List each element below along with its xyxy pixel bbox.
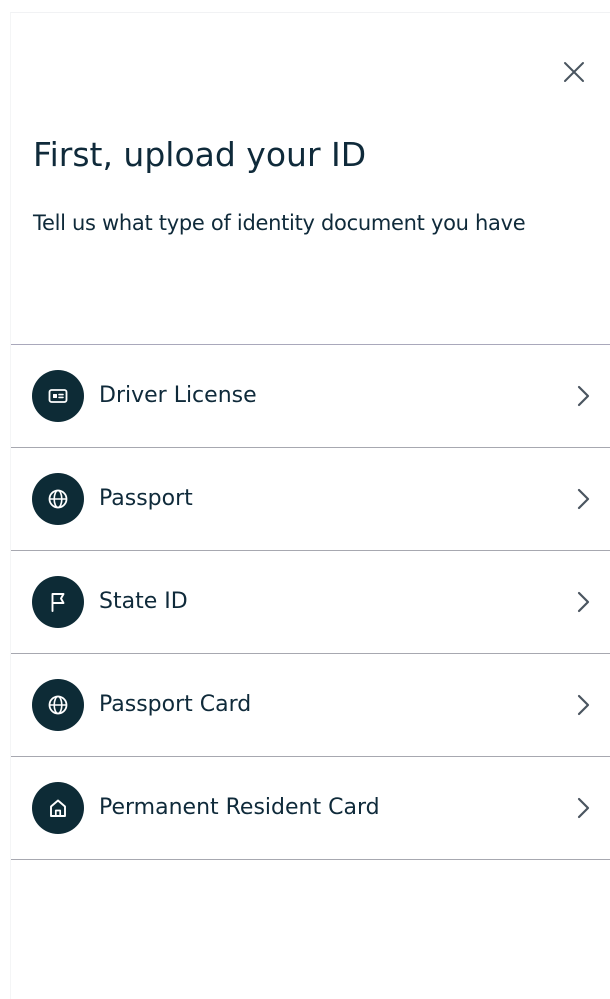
document-option-permanent-resident-card[interactable]: Permanent Resident Card: [11, 757, 610, 860]
document-type-list: Driver License Passport State ID Passpor…: [11, 344, 610, 860]
chevron-right-icon: [572, 486, 594, 512]
page-title: First, upload your ID: [33, 135, 367, 174]
chevron-right-icon: [572, 795, 594, 821]
document-option-driver-license[interactable]: Driver License: [11, 345, 610, 448]
document-option-label: State ID: [99, 589, 188, 614]
document-option-passport[interactable]: Passport: [11, 448, 610, 551]
id-upload-panel: First, upload your ID Tell us what type …: [10, 12, 610, 999]
chevron-right-icon: [572, 383, 594, 409]
close-icon: [564, 62, 584, 82]
chevron-right-icon: [572, 589, 594, 615]
document-option-label: Passport Card: [99, 692, 252, 717]
document-option-label: Permanent Resident Card: [99, 795, 380, 820]
home-icon: [32, 782, 84, 834]
globe-icon: [32, 473, 84, 525]
id-card-icon: [32, 370, 84, 422]
flag-icon: [32, 576, 84, 628]
document-option-passport-card[interactable]: Passport Card: [11, 654, 610, 757]
globe-icon: [32, 679, 84, 731]
document-option-label: Passport: [99, 486, 193, 511]
close-button[interactable]: [559, 57, 589, 87]
document-option-state-id[interactable]: State ID: [11, 551, 610, 654]
document-option-label: Driver License: [99, 383, 257, 408]
page-subtitle: Tell us what type of identity document y…: [33, 211, 526, 235]
chevron-right-icon: [572, 692, 594, 718]
